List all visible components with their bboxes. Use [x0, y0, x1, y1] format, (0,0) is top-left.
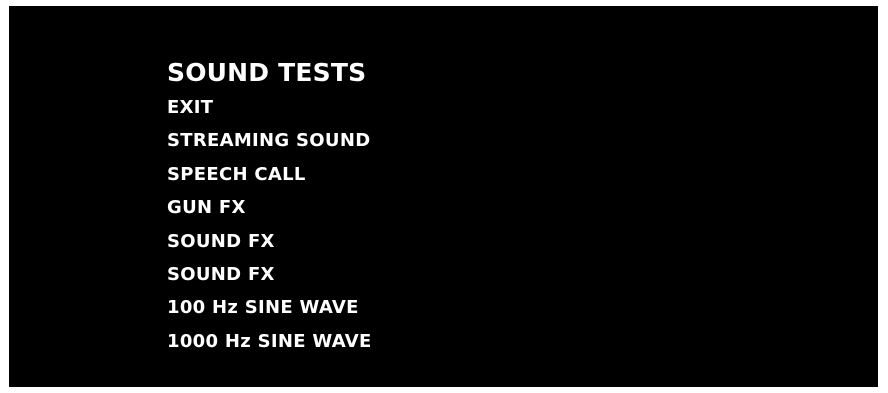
menu-item-sound-fx-1[interactable]: SOUND FX [167, 225, 372, 258]
menu-item-streaming-sound[interactable]: STREAMING SOUND [167, 124, 372, 157]
menu-item-100hz-sine-wave[interactable]: 100 Hz SINE WAVE [167, 291, 372, 324]
menu-item-gun-fx[interactable]: GUN FX [167, 191, 372, 224]
menu-item-1000hz-sine-wave[interactable]: 1000 Hz SINE WAVE [167, 325, 372, 358]
menu-item-speech-call[interactable]: SPEECH CALL [167, 158, 372, 191]
menu-title: SOUND TESTS [167, 58, 367, 87]
game-screen: SOUND TESTS EXIT STREAMING SOUND SPEECH … [9, 6, 878, 387]
menu-item-exit[interactable]: EXIT [167, 91, 372, 124]
sound-tests-menu: SOUND TESTS EXIT STREAMING SOUND SPEECH … [167, 58, 372, 358]
menu-item-sound-fx-2[interactable]: SOUND FX [167, 258, 372, 291]
